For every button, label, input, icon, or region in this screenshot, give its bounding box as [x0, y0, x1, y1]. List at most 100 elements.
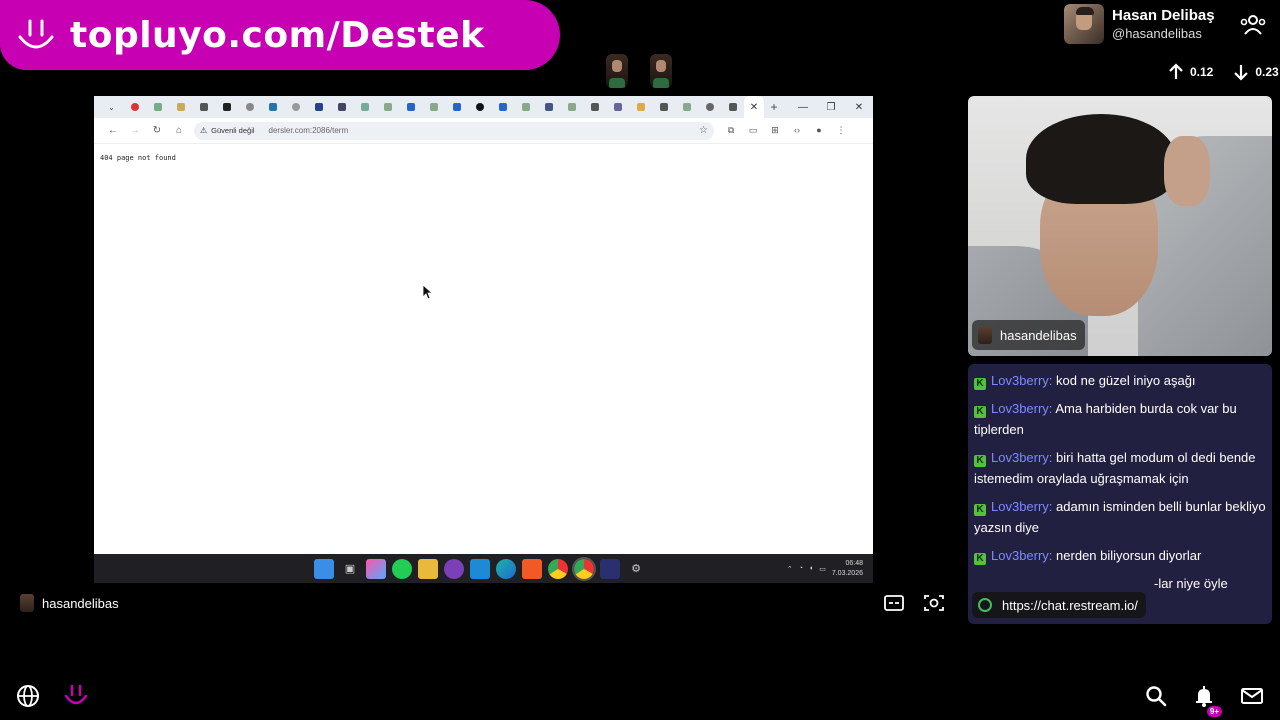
people-icon[interactable] [1240, 14, 1266, 36]
topluyo-logo-icon [14, 13, 58, 57]
volume-icon[interactable]: ◖ [809, 565, 813, 572]
warning-icon[interactable]: ⚠ [200, 126, 207, 135]
search-icon[interactable] [1144, 684, 1168, 708]
webcam-name: hasandelibas [1000, 327, 1077, 343]
browser-tab[interactable] [353, 96, 376, 118]
cast-icon[interactable]: ▭ [742, 125, 764, 136]
avatar [978, 326, 992, 344]
streamer-tag[interactable]: hasandelibas [20, 594, 119, 612]
streamer-name: hasandelibas [42, 595, 119, 611]
copilot-icon[interactable] [366, 558, 386, 579]
avatar [1064, 4, 1104, 44]
browser-tab[interactable] [721, 96, 744, 118]
chat-url-tooltip[interactable]: https://chat.restream.io/ [972, 592, 1146, 618]
file-explorer-icon[interactable] [418, 558, 438, 579]
github-tab-icon[interactable] [468, 96, 491, 118]
reload-icon[interactable]: ↻ [146, 125, 168, 136]
kick-icon: K [974, 553, 986, 565]
profile-icon[interactable]: ● [808, 125, 830, 136]
notifications-button[interactable]: 9+ [1192, 684, 1222, 717]
browser-tab[interactable] [284, 96, 307, 118]
browser-tab[interactable] [445, 96, 468, 118]
support-banner[interactable]: topluyo.com/Destek [0, 0, 560, 70]
profile-card[interactable]: Hasan Delibaş @hasandelibas [1064, 4, 1215, 44]
browser-tab[interactable] [307, 96, 330, 118]
bookmark-star-icon[interactable]: ☆ [699, 125, 708, 136]
brave-icon[interactable] [522, 558, 542, 579]
download-value: 0.23 [1255, 65, 1279, 79]
screen-share: ⌄ ✕ + — ❐ ✕ ← → ↻ ⌂ ⚠ Güvenli değil ders… [94, 96, 873, 583]
github-desktop-icon[interactable] [444, 558, 464, 579]
windows-start-icon[interactable] [314, 558, 334, 579]
forward-icon[interactable]: → [124, 125, 146, 136]
menu-dots-icon[interactable]: ⋮ [830, 125, 852, 136]
chat-message: K Lov3berry: Ama harbiden burda cok var b… [974, 398, 1266, 440]
chat-message: -lar niye öyle [974, 573, 1266, 594]
banner-text: topluyo.com/Destek [70, 14, 485, 56]
browser-tab[interactable] [169, 96, 192, 118]
restore-icon[interactable]: ❐ [817, 102, 845, 113]
chat-username: Lov3berry: [991, 450, 1053, 465]
app-icon[interactable]: ⚙ [626, 559, 646, 579]
minimize-icon[interactable]: — [789, 102, 817, 113]
browser-tab[interactable] [514, 96, 537, 118]
browser-tab[interactable] [238, 96, 261, 118]
browser-toolbar: ← → ↻ ⌂ ⚠ Güvenli değil dersler.com:2086… [94, 118, 873, 144]
clock-time: 06:48 [845, 560, 863, 568]
home-icon[interactable]: ⌂ [168, 125, 190, 136]
whatsapp-icon[interactable] [392, 558, 412, 579]
chat-message: K Lov3berry: nerden biliyorsun diyorlar [974, 545, 1266, 566]
browser-tab[interactable] [422, 96, 445, 118]
viewer-avatar[interactable] [606, 54, 628, 88]
browser-tab[interactable] [215, 96, 238, 118]
viewer-avatar[interactable] [650, 54, 672, 88]
chat-username: Lov3berry: [991, 401, 1053, 416]
topluyo-home-icon[interactable] [62, 682, 90, 710]
browser-tab[interactable] [675, 96, 698, 118]
globe-tab-icon[interactable] [698, 96, 721, 118]
browser-tab[interactable] [330, 96, 353, 118]
extensions-icon[interactable]: ⧉ [720, 125, 742, 136]
browser-tab[interactable] [123, 96, 146, 118]
active-tab-close-icon[interactable]: ✕ [744, 96, 764, 118]
browser-tab[interactable] [491, 96, 514, 118]
browser-tab[interactable] [399, 96, 422, 118]
captions-icon[interactable] [884, 594, 904, 612]
taskbar-clock[interactable]: 06:48 7.03.2026 [832, 559, 863, 577]
wifi-icon[interactable]: ◔ [799, 565, 803, 572]
edge-icon[interactable] [496, 558, 516, 579]
screenshot-icon[interactable] [924, 594, 944, 612]
webcam-feed: hasandelibas [968, 96, 1272, 356]
browser-tab[interactable] [261, 96, 284, 118]
battery-icon[interactable]: ▭ [819, 565, 826, 573]
browser-tab[interactable] [192, 96, 215, 118]
browser-tab[interactable] [583, 96, 606, 118]
browser-tab[interactable] [376, 96, 399, 118]
tray-chevron-icon[interactable]: ⌃ [787, 565, 793, 573]
arrow-up-icon [1169, 63, 1183, 79]
chrome-active-icon[interactable] [572, 556, 596, 581]
new-tab-button[interactable]: + [764, 100, 784, 114]
browser-tab[interactable] [652, 96, 675, 118]
app-icon[interactable] [600, 558, 620, 579]
folder-tab-icon[interactable] [629, 96, 652, 118]
webcam-label: hasandelibas [972, 320, 1085, 350]
address-bar[interactable]: ⚠ Güvenli değil dersler.com:2086/term ☆ [194, 121, 714, 140]
back-icon[interactable]: ← [102, 125, 124, 136]
globe-icon[interactable] [16, 684, 40, 708]
chrome-icon[interactable] [548, 558, 568, 579]
browser-tab[interactable] [146, 96, 169, 118]
bandwidth-stats: 0.12 0.23 [1166, 62, 1279, 82]
mail-icon[interactable] [1240, 684, 1264, 708]
browser-tab[interactable] [606, 96, 629, 118]
task-view-icon[interactable]: ▣ [340, 559, 360, 579]
close-window-icon[interactable]: ✕ [845, 102, 873, 113]
security-label: Güvenli değil [211, 126, 255, 135]
apps-icon[interactable]: ⊞ [764, 125, 786, 136]
browser-tab[interactable] [560, 96, 583, 118]
devtools-icon[interactable]: ‹› [786, 125, 808, 136]
browser-tab-bar: ⌄ ✕ + — ❐ ✕ [94, 96, 873, 118]
browser-tab[interactable] [537, 96, 560, 118]
vscode-icon[interactable] [470, 558, 490, 579]
tab-menu-icon[interactable]: ⌄ [100, 96, 123, 118]
